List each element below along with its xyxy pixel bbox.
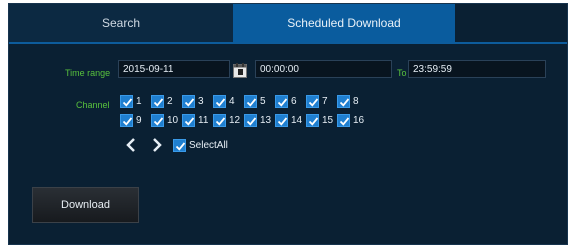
tab-scheduled-download[interactable]: Scheduled Download: [233, 4, 455, 42]
checkbox-check-icon: [306, 114, 319, 127]
checkbox-check-icon: [151, 95, 164, 108]
to-label: To: [397, 68, 407, 78]
checkbox-check-icon: [213, 114, 226, 127]
checkbox-check-icon: [120, 95, 133, 108]
checkbox-check-icon: [275, 114, 288, 127]
checkbox-check-icon: [120, 114, 133, 127]
checkbox-check-icon: [244, 114, 257, 127]
channel-label-2: 2: [167, 96, 173, 107]
download-button[interactable]: Download: [32, 187, 139, 223]
start-time-input[interactable]: 00:00:00: [255, 60, 392, 78]
channel-checkbox-5[interactable]: 5: [244, 95, 274, 109]
select-all-checkbox[interactable]: SelectAll: [173, 139, 253, 153]
channel-label-16: 16: [353, 115, 365, 126]
scheduled-download-panel: Search Scheduled Download Time range 201…: [8, 3, 568, 245]
end-time-input[interactable]: 23:59:59: [408, 60, 546, 78]
tab-bar: Search Scheduled Download: [9, 4, 567, 42]
select-all-label: SelectAll: [189, 140, 228, 151]
time-range-label: Time range: [65, 68, 111, 78]
channel-checkbox-4[interactable]: 4: [213, 95, 243, 109]
start-date-input[interactable]: 2015-09-11: [118, 60, 230, 78]
checkbox-check-icon: [275, 95, 288, 108]
channel-label-4: 4: [229, 96, 235, 107]
channel-label-8: 8: [353, 96, 359, 107]
checkbox-check-icon: [151, 114, 164, 127]
channel-label-9: 9: [136, 115, 142, 126]
channel-label: Channel: [76, 100, 110, 110]
channel-checkbox-11[interactable]: 11: [182, 114, 212, 128]
channel-checkbox-7[interactable]: 7: [306, 95, 336, 109]
channel-checkbox-6[interactable]: 6: [275, 95, 305, 109]
checkbox-check-icon: [182, 114, 195, 127]
tab-search[interactable]: Search: [9, 4, 233, 42]
channel-checkbox-1[interactable]: 1: [120, 95, 150, 109]
next-arrow-icon[interactable]: [151, 138, 163, 152]
channel-checkbox-10[interactable]: 10: [151, 114, 181, 128]
prev-arrow-icon[interactable]: [125, 138, 137, 152]
checkbox-check-icon: [244, 95, 257, 108]
channel-label-12: 12: [229, 115, 241, 126]
channel-checkbox-15[interactable]: 15: [306, 114, 336, 128]
calendar-icon[interactable]: [233, 63, 247, 78]
channel-label-13: 13: [260, 115, 272, 126]
checkbox-check-icon: [213, 95, 226, 108]
channel-checkbox-8[interactable]: 8: [337, 95, 367, 109]
channel-checkbox-14[interactable]: 14: [275, 114, 305, 128]
channel-label-1: 1: [136, 96, 142, 107]
tab-divider: [9, 42, 567, 44]
channel-checkbox-3[interactable]: 3: [182, 95, 212, 109]
channel-label-11: 11: [198, 115, 209, 126]
channel-label-3: 3: [198, 96, 204, 107]
channel-checkbox-9[interactable]: 9: [120, 114, 150, 128]
checkbox-check-icon: [337, 95, 350, 108]
channel-label-7: 7: [322, 96, 328, 107]
channel-checkbox-12[interactable]: 12: [213, 114, 243, 128]
channel-label-5: 5: [260, 96, 266, 107]
checkbox-check-icon: [337, 114, 350, 127]
channel-checkbox-2[interactable]: 2: [151, 95, 181, 109]
channel-label-14: 14: [291, 115, 303, 126]
channel-label-6: 6: [291, 96, 297, 107]
channel-checkbox-16[interactable]: 16: [337, 114, 367, 128]
checkbox-check-icon: [306, 95, 319, 108]
checkbox-check-icon: [173, 139, 186, 152]
channel-label-10: 10: [167, 115, 179, 126]
channel-label-15: 15: [322, 115, 334, 126]
checkbox-check-icon: [182, 95, 195, 108]
channel-checkbox-13[interactable]: 13: [244, 114, 274, 128]
